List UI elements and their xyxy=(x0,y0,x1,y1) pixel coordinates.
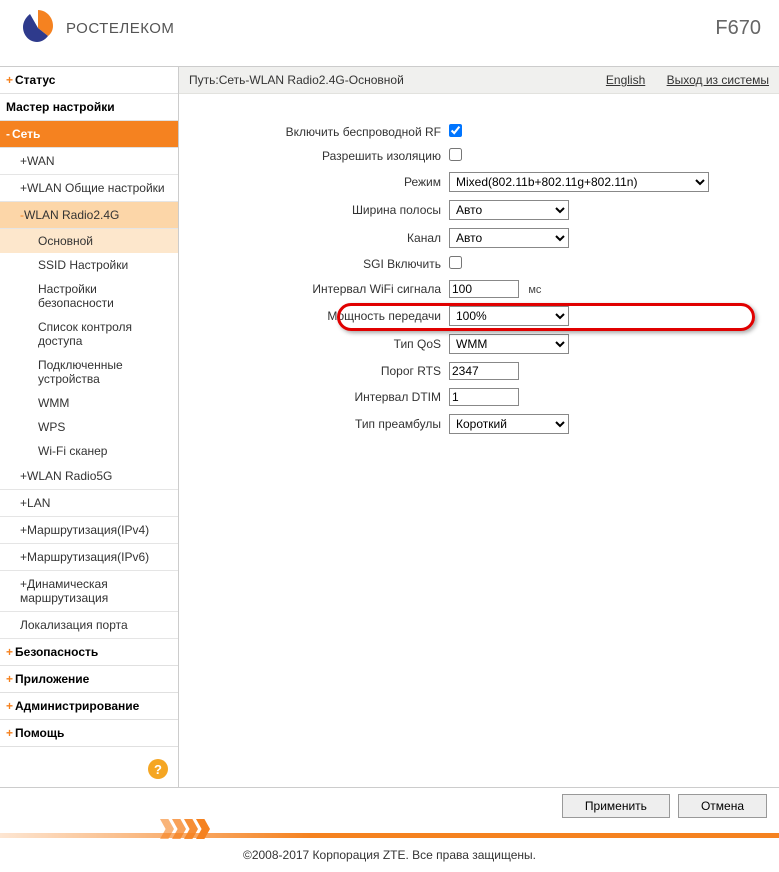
nav-security[interactable]: +Безопасность xyxy=(0,639,178,666)
label-dtim: Интервал DTIM xyxy=(199,390,449,404)
label-bandwidth: Ширина полосы xyxy=(199,203,449,217)
select-bandwidth[interactable]: Авто xyxy=(449,200,569,220)
nav-status[interactable]: +Статус xyxy=(0,67,178,94)
app-header: РОСТЕЛЕКОМ F670 xyxy=(0,0,779,67)
nav-network[interactable]: -Сеть xyxy=(0,121,178,148)
label-channel: Канал xyxy=(199,231,449,245)
nav-wlan24-acl[interactable]: Список контроля доступа xyxy=(0,315,178,353)
brand-name: РОСТЕЛЕКОМ xyxy=(66,20,174,37)
breadcrumb-path: Путь:Сеть-WLAN Radio2.4G-Основной xyxy=(189,73,404,87)
input-rts-threshold[interactable] xyxy=(449,362,519,380)
checkbox-enable-rf[interactable] xyxy=(449,124,462,137)
nav-wlan24-scanner[interactable]: Wi-Fi сканер xyxy=(0,439,178,463)
nav-routing-ipv6[interactable]: +Маршрутизация(IPv6) xyxy=(0,544,178,571)
checkbox-sgi[interactable] xyxy=(449,256,462,269)
apply-button[interactable]: Применить xyxy=(562,794,670,818)
unit-beacon: мс xyxy=(528,284,541,296)
nav-admin[interactable]: +Администрирование xyxy=(0,693,178,720)
nav-wlan24-wps[interactable]: WPS xyxy=(0,415,178,439)
lang-english-link[interactable]: English xyxy=(606,73,645,87)
label-beacon: Интервал WiFi сигнала xyxy=(199,282,449,296)
settings-form: Включить беспроводной RF Разрешить изоля… xyxy=(179,94,779,462)
main-panel: Путь:Сеть-WLAN Radio2.4G-Основной Englis… xyxy=(179,67,779,787)
select-preamble-type[interactable]: Короткий xyxy=(449,414,569,434)
input-dtim-interval[interactable] xyxy=(449,388,519,406)
logout-link[interactable]: Выход из системы xyxy=(667,73,769,87)
select-tx-power[interactable]: 100% xyxy=(449,306,569,326)
label-preamble: Тип преамбулы xyxy=(199,417,449,431)
nav-wlan-5g[interactable]: +WLAN Radio5G xyxy=(0,463,178,490)
copyright-text: ©2008-2017 Корпорация ZTE. Все права защ… xyxy=(0,838,779,872)
help-icon[interactable]: ? xyxy=(148,759,168,779)
select-qos-type[interactable]: WMM xyxy=(449,334,569,354)
label-qos: Тип QoS xyxy=(199,337,449,351)
chevron-decoration xyxy=(160,819,208,839)
label-txpower: Мощность передачи xyxy=(199,309,449,323)
checkbox-isolation[interactable] xyxy=(449,148,462,161)
label-mode: Режим xyxy=(199,175,449,189)
nav-help[interactable]: +Помощь xyxy=(0,720,178,747)
nav-wlan24-ssid[interactable]: SSID Настройки xyxy=(0,253,178,277)
nav-wan[interactable]: +WAN xyxy=(0,148,178,175)
label-enable-rf: Включить беспроводной RF xyxy=(199,125,449,139)
nav-wlan24-main[interactable]: Основной xyxy=(0,229,178,253)
nav-wlan24-security[interactable]: Настройки безопасности xyxy=(0,277,178,315)
nav-wizard[interactable]: Мастер настройки xyxy=(0,94,178,121)
device-model: F670 xyxy=(715,17,761,40)
nav-port-localization[interactable]: Локализация порта xyxy=(0,612,178,639)
rostelecom-logo-icon xyxy=(18,8,58,48)
label-rts: Порог RTS xyxy=(199,364,449,378)
nav-wlan24-devices[interactable]: Подключенные устройства xyxy=(0,353,178,391)
input-beacon-interval[interactable] xyxy=(449,280,519,298)
footer-bar: Применить Отмена xyxy=(0,788,779,838)
nav-lan[interactable]: +LAN xyxy=(0,490,178,517)
select-mode[interactable]: Mixed(802.11b+802.11g+802.11n) xyxy=(449,172,709,192)
nav-application[interactable]: +Приложение xyxy=(0,666,178,693)
label-isolation: Разрешить изоляцию xyxy=(199,149,449,163)
sidebar-nav: +Статус Мастер настройки -Сеть +WAN +WLA… xyxy=(0,67,179,787)
breadcrumb-bar: Путь:Сеть-WLAN Radio2.4G-Основной Englis… xyxy=(179,67,779,94)
nav-dynamic-routing[interactable]: +Динамическая маршрутизация xyxy=(0,571,178,612)
select-channel[interactable]: Авто xyxy=(449,228,569,248)
label-sgi: SGI Включить xyxy=(199,257,449,271)
brand-logo: РОСТЕЛЕКОМ xyxy=(18,8,174,48)
cancel-button[interactable]: Отмена xyxy=(678,794,767,818)
nav-routing-ipv4[interactable]: +Маршрутизация(IPv4) xyxy=(0,517,178,544)
nav-wlan-common[interactable]: +WLAN Общие настройки xyxy=(0,175,178,202)
nav-wlan24-wmm[interactable]: WMM xyxy=(0,391,178,415)
nav-wlan-24g[interactable]: -WLAN Radio2.4G xyxy=(0,202,178,229)
